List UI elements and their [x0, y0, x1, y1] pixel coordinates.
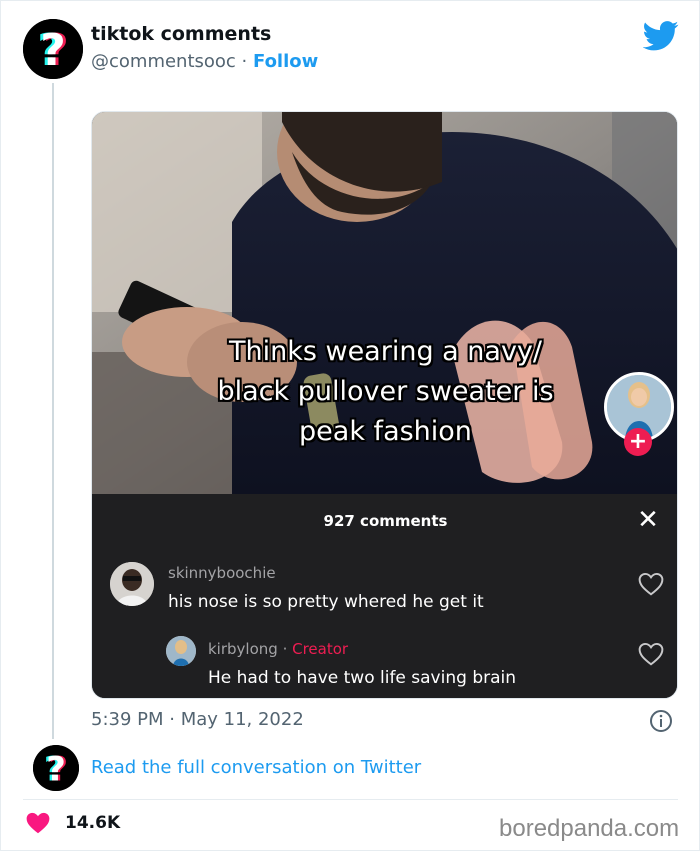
handle-separator: · — [235, 51, 253, 72]
svg-text:?: ? — [40, 25, 66, 76]
question-mark-avatar-icon: ? ? ? — [23, 19, 83, 79]
tiktok-screenshot[interactable]: Thinks wearing a navy/ black pullover sw… — [91, 111, 678, 699]
comment-text: his nose is so pretty whered he get it — [168, 592, 484, 612]
plus-icon[interactable]: + — [624, 428, 652, 456]
creator-badge: Creator — [292, 640, 349, 658]
svg-text:?: ? — [46, 749, 66, 788]
caption-line: peak fashion — [299, 416, 472, 447]
user-handle[interactable]: @commentsooc — [91, 51, 236, 72]
tweet-timestamp[interactable]: 5:39 PM · May 11, 2022 — [91, 709, 304, 730]
commenter-photo — [110, 562, 154, 606]
caption-line: Thinks wearing a navy/ — [228, 336, 543, 367]
question-mark-avatar-icon: ? ? ? — [33, 745, 79, 791]
tweet-card: ? ? ? tiktok comments @commentsooc · Fol… — [0, 0, 700, 851]
heart-filled-icon[interactable] — [25, 811, 51, 835]
reply-username-row: kirbylong · Creator — [208, 640, 348, 658]
heart-outline-icon[interactable] — [638, 572, 664, 596]
creator-reply-photo — [166, 636, 196, 666]
reply-text: He had to have two life saving brain — [208, 668, 517, 688]
profile-avatar[interactable]: ? ? ? — [23, 19, 83, 79]
reply-avatar[interactable] — [166, 636, 196, 666]
reply-profile-avatar[interactable]: ? ? ? — [33, 745, 79, 791]
handle-row: @commentsooc · Follow — [91, 51, 318, 72]
creator-separator: · — [277, 640, 293, 658]
watermark: boredpanda.com — [499, 815, 680, 842]
like-count[interactable]: 14.6K — [65, 813, 120, 833]
display-name[interactable]: tiktok comments — [91, 23, 271, 45]
divider — [23, 799, 678, 800]
comments-count: 927 comments — [323, 512, 448, 530]
video-frame: Thinks wearing a navy/ black pullover sw… — [92, 112, 677, 494]
twitter-bird-icon[interactable] — [643, 21, 679, 51]
heart-outline-icon[interactable] — [638, 642, 664, 666]
comments-panel: 927 comments ✕ skinnyboochie his nose is… — [92, 494, 677, 698]
reply-username[interactable]: kirbylong — [208, 640, 278, 658]
comment-username[interactable]: skinnyboochie — [168, 564, 276, 582]
info-icon[interactable] — [649, 709, 673, 733]
thread-line — [52, 83, 54, 739]
read-conversation-link[interactable]: Read the full conversation on Twitter — [91, 757, 421, 778]
caption-line: black pullover sweater is — [217, 376, 554, 407]
close-icon[interactable]: ✕ — [636, 507, 660, 533]
follow-link[interactable]: Follow — [253, 51, 318, 72]
video-caption: Thinks wearing a navy/ black pullover sw… — [92, 332, 677, 452]
comment-avatar[interactable] — [110, 562, 154, 606]
